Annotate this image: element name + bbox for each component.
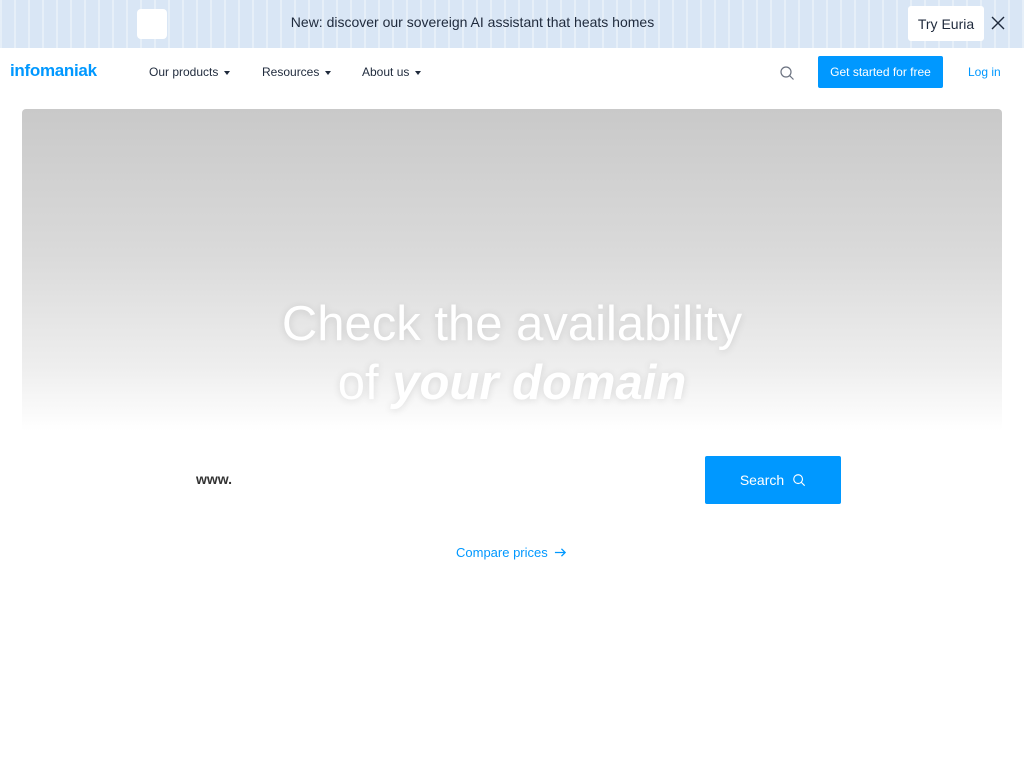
- caret-down-icon: [415, 70, 422, 75]
- hero-title-line-1: Check the availability: [281, 297, 743, 351]
- search-button-label: Search: [739, 472, 785, 488]
- announcement-banner: New: discover our sovereign AI assistant…: [0, 0, 1024, 48]
- main-navigation: infomaniak Our products Resources About …: [0, 48, 1024, 96]
- hero-title-line-2: of your domain: [22, 354, 1002, 413]
- hero-title-emphasis: your domain: [392, 356, 687, 410]
- nav-item-about-us[interactable]: About us: [362, 65, 422, 79]
- try-euria-button[interactable]: Try Euria: [908, 6, 984, 41]
- caret-down-icon: [224, 70, 231, 75]
- search-icon[interactable]: [779, 65, 795, 81]
- domain-search-button[interactable]: Search: [705, 456, 841, 504]
- compare-prices-label: Compare prices: [456, 545, 548, 560]
- nav-item-resources[interactable]: Resources: [262, 65, 332, 79]
- close-icon[interactable]: [990, 15, 1006, 31]
- infomaniak-logo[interactable]: infomaniak: [10, 61, 97, 81]
- search-icon: [793, 474, 806, 487]
- euria-logo: [137, 9, 167, 39]
- nav-item-label: Resources: [262, 65, 320, 79]
- hero-title-plain: of: [337, 356, 379, 410]
- login-link[interactable]: Log in: [968, 65, 1001, 79]
- caret-down-icon: [325, 70, 332, 75]
- hero-title: Check the availability of your domain: [22, 295, 1002, 413]
- banner-message: New: discover our sovereign AI assistant…: [290, 14, 655, 30]
- get-started-button[interactable]: Get started for free: [818, 56, 943, 88]
- nav-item-our-products[interactable]: Our products: [149, 65, 231, 79]
- domain-prefix: www.: [196, 471, 233, 487]
- nav-item-label: Our products: [149, 65, 219, 79]
- arrow-right-icon: [554, 548, 566, 557]
- hero-banner: Check the availability of your domain: [22, 109, 1002, 431]
- nav-item-label: About us: [362, 65, 410, 79]
- compare-prices-link[interactable]: Compare prices: [456, 545, 567, 560]
- domain-search-input[interactable]: [240, 462, 695, 496]
